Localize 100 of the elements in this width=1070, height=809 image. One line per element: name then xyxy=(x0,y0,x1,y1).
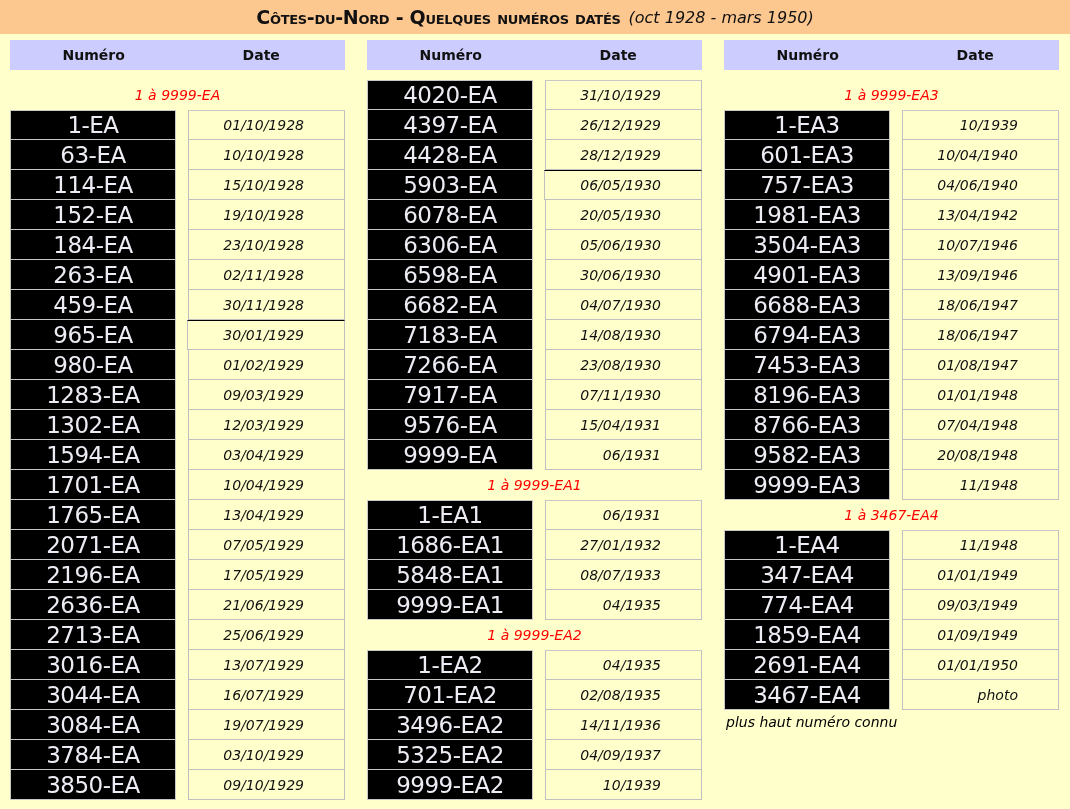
plate-number: 3016-EA xyxy=(10,650,176,680)
plate-number: 7266-EA xyxy=(367,350,533,380)
range-label: 1 à 9999-EA3 xyxy=(844,87,939,103)
date-cell: 10/1939 xyxy=(902,110,1059,140)
range-label: 1 à 3467-EA4 xyxy=(844,507,939,523)
plate-number: 1686-EA1 xyxy=(367,530,533,560)
date-cell: 27/01/1932 xyxy=(545,530,702,560)
plate-number: 6688-EA3 xyxy=(724,290,890,320)
page-title: Côtes-du-Nord - Quelques numéros datés xyxy=(256,6,621,28)
plate-number: 152-EA xyxy=(10,200,176,230)
plate-number: 3044-EA xyxy=(10,680,176,710)
page-subtitle: (oct 1928 - mars 1950) xyxy=(628,7,814,27)
plate-number: 2691-EA4 xyxy=(724,650,890,680)
date-cell: 01/02/1929 xyxy=(188,350,345,380)
plate-number: 1859-EA4 xyxy=(724,620,890,650)
date-cell: 06/05/1930 xyxy=(544,170,702,200)
date-cell: 30/06/1930 xyxy=(545,260,702,290)
date-cell: 18/06/1947 xyxy=(902,290,1059,320)
date-cell: 11/1948 xyxy=(902,530,1059,560)
plate-number: 3784-EA xyxy=(10,740,176,770)
date-cell: 14/08/1930 xyxy=(545,320,702,350)
plate-number: 6598-EA xyxy=(367,260,533,290)
date-cell: 31/10/1929 xyxy=(545,80,702,110)
date-cell: 19/10/1928 xyxy=(188,200,345,230)
plate-number: 8196-EA3 xyxy=(724,380,890,410)
plate-number: 3850-EA xyxy=(10,770,176,800)
date-cell: 16/07/1929 xyxy=(188,680,345,710)
plate-number: 347-EA4 xyxy=(724,560,890,590)
plate-number: 601-EA3 xyxy=(724,140,890,170)
plate-number: 3496-EA2 xyxy=(367,710,533,740)
plate-number: 1594-EA xyxy=(10,440,176,470)
plate-number: 774-EA4 xyxy=(724,590,890,620)
date-cell: 02/11/1928 xyxy=(188,260,345,290)
date-cell: 21/06/1929 xyxy=(188,590,345,620)
date-cell: 01/01/1948 xyxy=(902,380,1059,410)
plate-number: 9999-EA xyxy=(367,440,533,470)
date-cell: 20/05/1930 xyxy=(545,200,702,230)
column-header: Date xyxy=(241,47,281,63)
plate-number: 4397-EA xyxy=(367,110,533,140)
plate-number: 6682-EA xyxy=(367,290,533,320)
date-cell: 02/08/1935 xyxy=(545,680,702,710)
plate-number: 9999-EA2 xyxy=(367,770,533,800)
date-cell: 13/04/1929 xyxy=(188,500,345,530)
date-cell: 06/1931 xyxy=(545,500,702,530)
plate-number: 184-EA xyxy=(10,230,176,260)
date-cell: 13/09/1946 xyxy=(902,260,1059,290)
date-cell: photo xyxy=(902,680,1059,710)
plate-number: 63-EA xyxy=(10,140,176,170)
plate-number: 6306-EA xyxy=(367,230,533,260)
plate-number: 7183-EA xyxy=(367,320,533,350)
date-cell: 03/04/1929 xyxy=(188,440,345,470)
range-label: 1 à 9999-EA xyxy=(134,87,221,103)
plate-number: 2196-EA xyxy=(10,560,176,590)
range-label: 1 à 9999-EA1 xyxy=(487,477,582,493)
date-cell: 13/04/1942 xyxy=(902,200,1059,230)
plate-number: 757-EA3 xyxy=(724,170,890,200)
date-cell: 01/01/1950 xyxy=(902,650,1059,680)
plate-number: 1765-EA xyxy=(10,500,176,530)
footnote: plus haut numéro connu xyxy=(725,713,898,730)
column-header: Date xyxy=(598,47,638,63)
date-cell: 07/11/1930 xyxy=(545,380,702,410)
plate-number: 2071-EA xyxy=(10,530,176,560)
date-cell: 09/03/1949 xyxy=(902,590,1059,620)
date-cell: 03/10/1929 xyxy=(188,740,345,770)
plate-number: 1-EA1 xyxy=(367,500,533,530)
plate-number: 2713-EA xyxy=(10,620,176,650)
plate-number: 3504-EA3 xyxy=(724,230,890,260)
plate-number: 9999-EA1 xyxy=(367,590,533,620)
date-cell: 10/04/1929 xyxy=(188,470,345,500)
column-header: Numéro xyxy=(775,47,840,63)
date-cell: 10/10/1928 xyxy=(188,140,345,170)
plate-number: 1283-EA xyxy=(10,380,176,410)
plate-number: 1-EA xyxy=(10,110,176,140)
date-cell: 13/07/1929 xyxy=(188,650,345,680)
date-cell: 09/03/1929 xyxy=(188,380,345,410)
date-cell: 10/04/1940 xyxy=(902,140,1059,170)
plate-number: 9576-EA xyxy=(367,410,533,440)
date-cell: 01/01/1949 xyxy=(902,560,1059,590)
date-cell: 04/06/1940 xyxy=(902,170,1059,200)
plate-number: 4428-EA xyxy=(367,140,533,170)
date-cell: 20/08/1948 xyxy=(902,440,1059,470)
column-header: Numéro xyxy=(418,47,483,63)
plate-number: 7453-EA3 xyxy=(724,350,890,380)
plate-number: 3467-EA4 xyxy=(724,680,890,710)
plate-number: 1-EA2 xyxy=(367,650,533,680)
range-label: 1 à 9999-EA2 xyxy=(487,627,582,643)
plate-number: 1701-EA xyxy=(10,470,176,500)
date-cell: 23/08/1930 xyxy=(545,350,702,380)
column-header: Numéro xyxy=(61,47,126,63)
plate-number: 980-EA xyxy=(10,350,176,380)
date-cell: 06/1931 xyxy=(545,440,702,470)
date-cell: 07/05/1929 xyxy=(188,530,345,560)
date-cell: 04/07/1930 xyxy=(545,290,702,320)
plate-number: 4901-EA3 xyxy=(724,260,890,290)
date-cell: 04/1935 xyxy=(545,650,702,680)
date-cell: 17/05/1929 xyxy=(188,560,345,590)
plate-number: 7917-EA xyxy=(367,380,533,410)
plate-number: 3084-EA xyxy=(10,710,176,740)
plate-number: 701-EA2 xyxy=(367,680,533,710)
date-cell: 09/10/1929 xyxy=(188,770,345,800)
